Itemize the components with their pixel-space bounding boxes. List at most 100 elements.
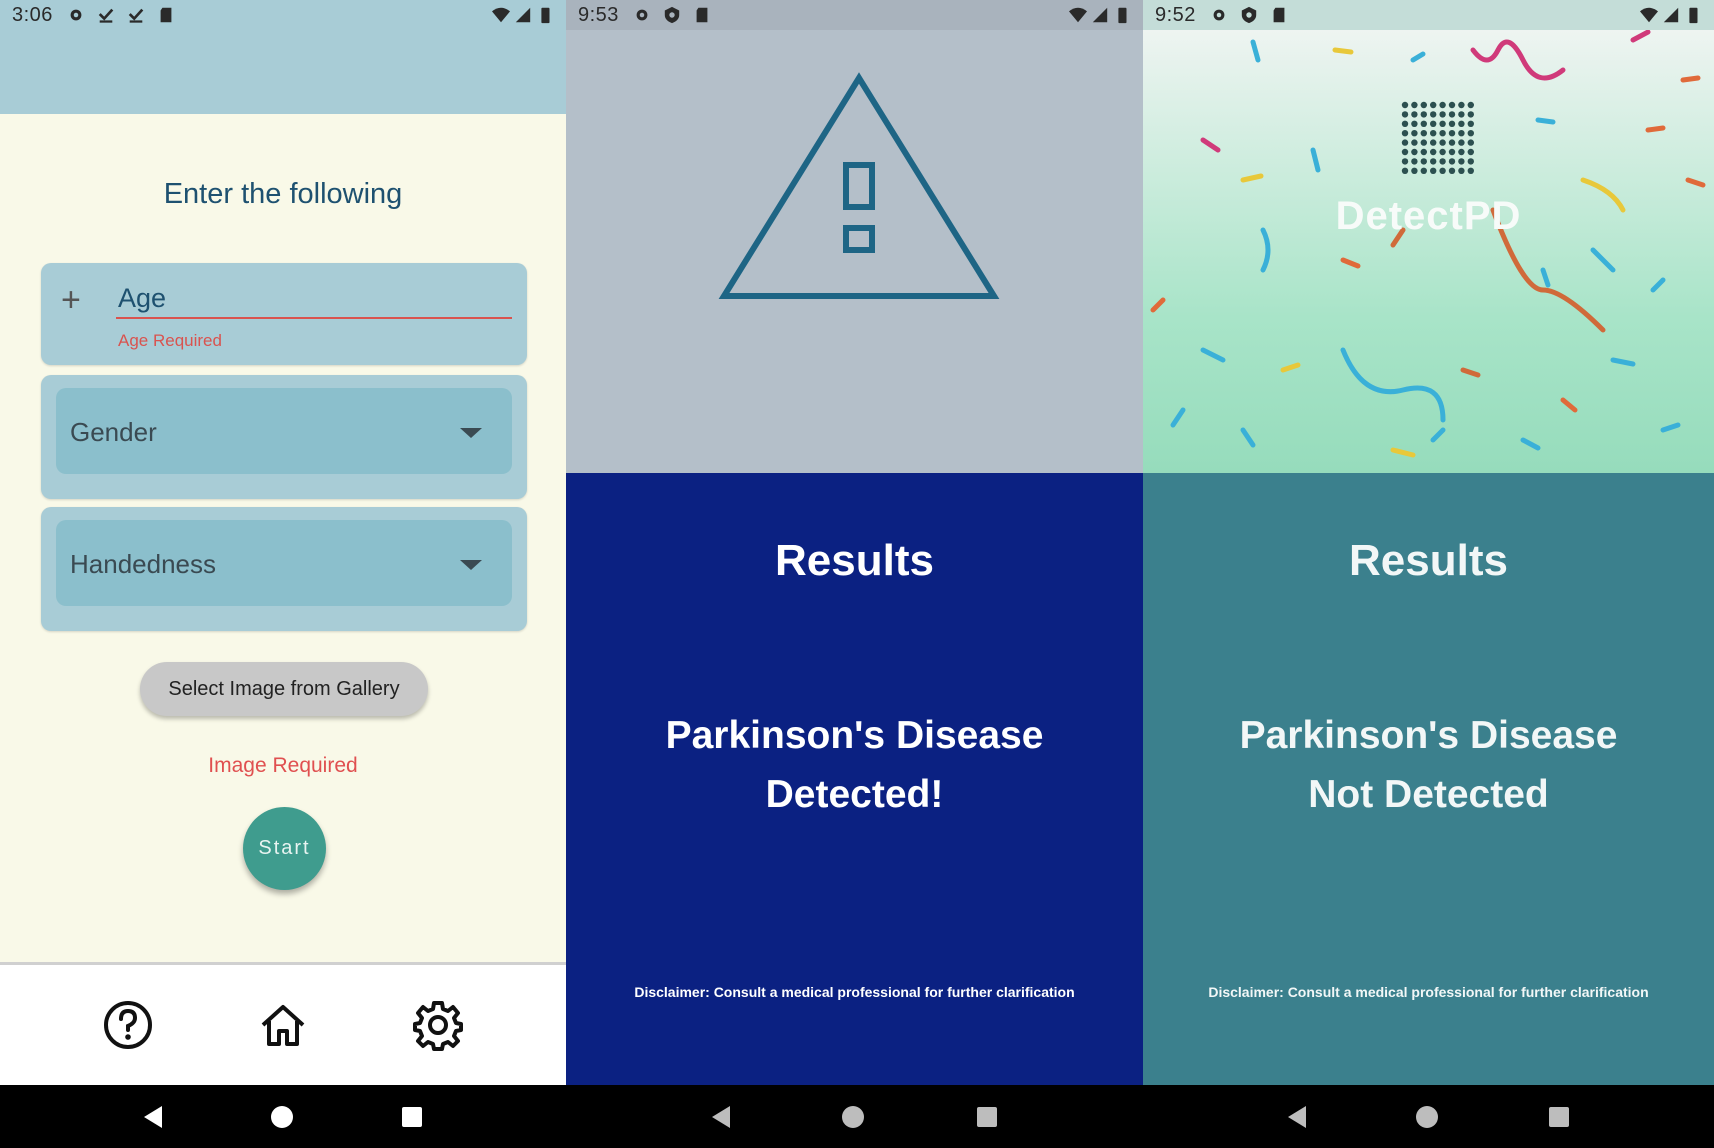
- battery-icon: [1689, 7, 1698, 24]
- logo-dot: [1448, 158, 1456, 165]
- form-screen: 3:06 Enter the following + Age Age Requi…: [0, 0, 566, 1148]
- disclaimer-text: Disclaimer: Consult a medical profession…: [1208, 984, 1649, 1000]
- home-circle-icon[interactable]: [842, 1105, 865, 1128]
- logo-dot: [1430, 111, 1437, 118]
- home-circle-icon[interactable]: [270, 1105, 293, 1128]
- recent-apps-icon[interactable]: [1548, 1106, 1569, 1127]
- logo-dot: [1439, 101, 1446, 109]
- logo-dot: [1439, 139, 1446, 146]
- logo-dot: [1458, 120, 1465, 127]
- logo-dot: [1401, 167, 1409, 174]
- help-icon: [103, 1001, 152, 1049]
- download-done-icon: [128, 8, 144, 23]
- warning-triangle-icon: [718, 72, 1000, 299]
- logo-dot: [1458, 167, 1465, 174]
- chevron-down-icon: [460, 428, 482, 438]
- logo-dot: [1411, 148, 1418, 156]
- disclaimer-text: Disclaimer: Consult a medical profession…: [634, 984, 1075, 1000]
- gender-dropdown[interactable]: Gender: [56, 388, 512, 474]
- settings-status-icon: [636, 9, 648, 21]
- settings-status-icon: [70, 9, 82, 21]
- handedness-dropdown[interactable]: Handedness: [56, 520, 512, 606]
- logo-dot: [1411, 120, 1418, 127]
- logo-dot: [1448, 139, 1456, 146]
- logo-dot: [1458, 158, 1465, 165]
- status-time: 9:53: [578, 3, 619, 26]
- battery-icon: [541, 7, 550, 24]
- select-image-button[interactable]: Select Image from Gallery: [140, 662, 428, 716]
- back-icon[interactable]: [712, 1105, 731, 1128]
- result-hero: [566, 30, 1143, 473]
- logo-dot: [1411, 167, 1418, 174]
- logo-dot: [1458, 111, 1465, 118]
- signal-icon: [1663, 7, 1679, 23]
- battery-icon: [1118, 7, 1127, 24]
- help-tab[interactable]: [100, 997, 156, 1053]
- logo-dot: [1420, 130, 1427, 137]
- logo-dot: [1467, 158, 1474, 165]
- result-message-line1: Parkinson's Disease: [1239, 714, 1618, 757]
- system-nav-bar: [0, 1085, 566, 1148]
- logo-dot: [1401, 158, 1409, 165]
- result-message-line1: Parkinson's Disease: [665, 714, 1044, 757]
- shield-icon: [664, 6, 680, 24]
- image-error-text: Image Required: [208, 754, 358, 777]
- logo-dot: [1420, 111, 1427, 118]
- page-title: Enter the following: [163, 178, 403, 210]
- wifi-icon: [1069, 7, 1087, 23]
- logo-dot: [1458, 139, 1465, 146]
- logo-dot: [1430, 120, 1437, 127]
- bottom-navigation: [0, 962, 566, 1085]
- logo-dot: [1458, 148, 1465, 156]
- logo-dot: [1430, 167, 1437, 174]
- logo-dot: [1411, 111, 1418, 118]
- logo-dot: [1420, 148, 1427, 156]
- logo-dot: [1411, 139, 1418, 146]
- sd-card-icon: [696, 7, 708, 23]
- age-card: + Age Age Required: [41, 263, 527, 365]
- logo-dot: [1420, 139, 1427, 146]
- result-detected-screen: 9:53 Results Parkinson's Disease Detecte…: [566, 0, 1143, 1148]
- logo-dot: [1430, 101, 1437, 109]
- shield-icon: [1241, 6, 1257, 24]
- home-tab[interactable]: [255, 997, 311, 1053]
- home-circle-icon[interactable]: [1416, 1105, 1439, 1128]
- back-icon[interactable]: [144, 1105, 163, 1128]
- status-bar: 3:06: [0, 0, 566, 30]
- logo-dot: [1448, 167, 1456, 174]
- signal-icon: [1092, 7, 1108, 23]
- start-button[interactable]: Start: [243, 807, 326, 890]
- logo-dot: [1430, 130, 1437, 137]
- recent-apps-icon[interactable]: [976, 1106, 997, 1127]
- logo-dot: [1401, 101, 1409, 109]
- gender-dropdown-label: Gender: [70, 417, 157, 447]
- status-bar: 9:53: [566, 0, 1143, 30]
- age-error-text: Age Required: [118, 331, 222, 350]
- app-logo-text: DetectPD: [1335, 194, 1522, 238]
- settings-tab[interactable]: [410, 997, 466, 1053]
- logo-dot: [1401, 111, 1409, 118]
- logo-dot: [1411, 130, 1418, 137]
- wifi-icon: [1640, 7, 1658, 23]
- celebration-hero: DetectPD: [1143, 30, 1714, 473]
- detectpd-logo-icon: [1401, 101, 1474, 174]
- settings-icon: [413, 1001, 464, 1051]
- download-done-icon: [98, 8, 114, 23]
- logo-dot: [1430, 139, 1437, 146]
- logo-dot: [1439, 120, 1446, 127]
- settings-status-icon: [1213, 9, 1225, 21]
- logo-dot: [1420, 120, 1427, 127]
- logo-dot: [1448, 120, 1456, 127]
- status-time: 3:06: [12, 3, 53, 26]
- recent-apps-icon[interactable]: [401, 1106, 422, 1127]
- home-icon: [261, 1005, 305, 1046]
- chevron-down-icon: [460, 560, 482, 570]
- results-title: Results: [1349, 536, 1508, 585]
- status-time: 9:52: [1155, 3, 1196, 26]
- back-icon[interactable]: [1288, 1105, 1307, 1128]
- result-not-detected-screen: 9:52 DetectPD Results Parkinson's Diseas…: [1143, 0, 1714, 1148]
- handedness-card: Handedness: [41, 507, 527, 631]
- logo-dot: [1439, 148, 1446, 156]
- result-message: Parkinson's Disease Detected!: [566, 706, 1143, 824]
- age-field[interactable]: Age: [118, 283, 166, 314]
